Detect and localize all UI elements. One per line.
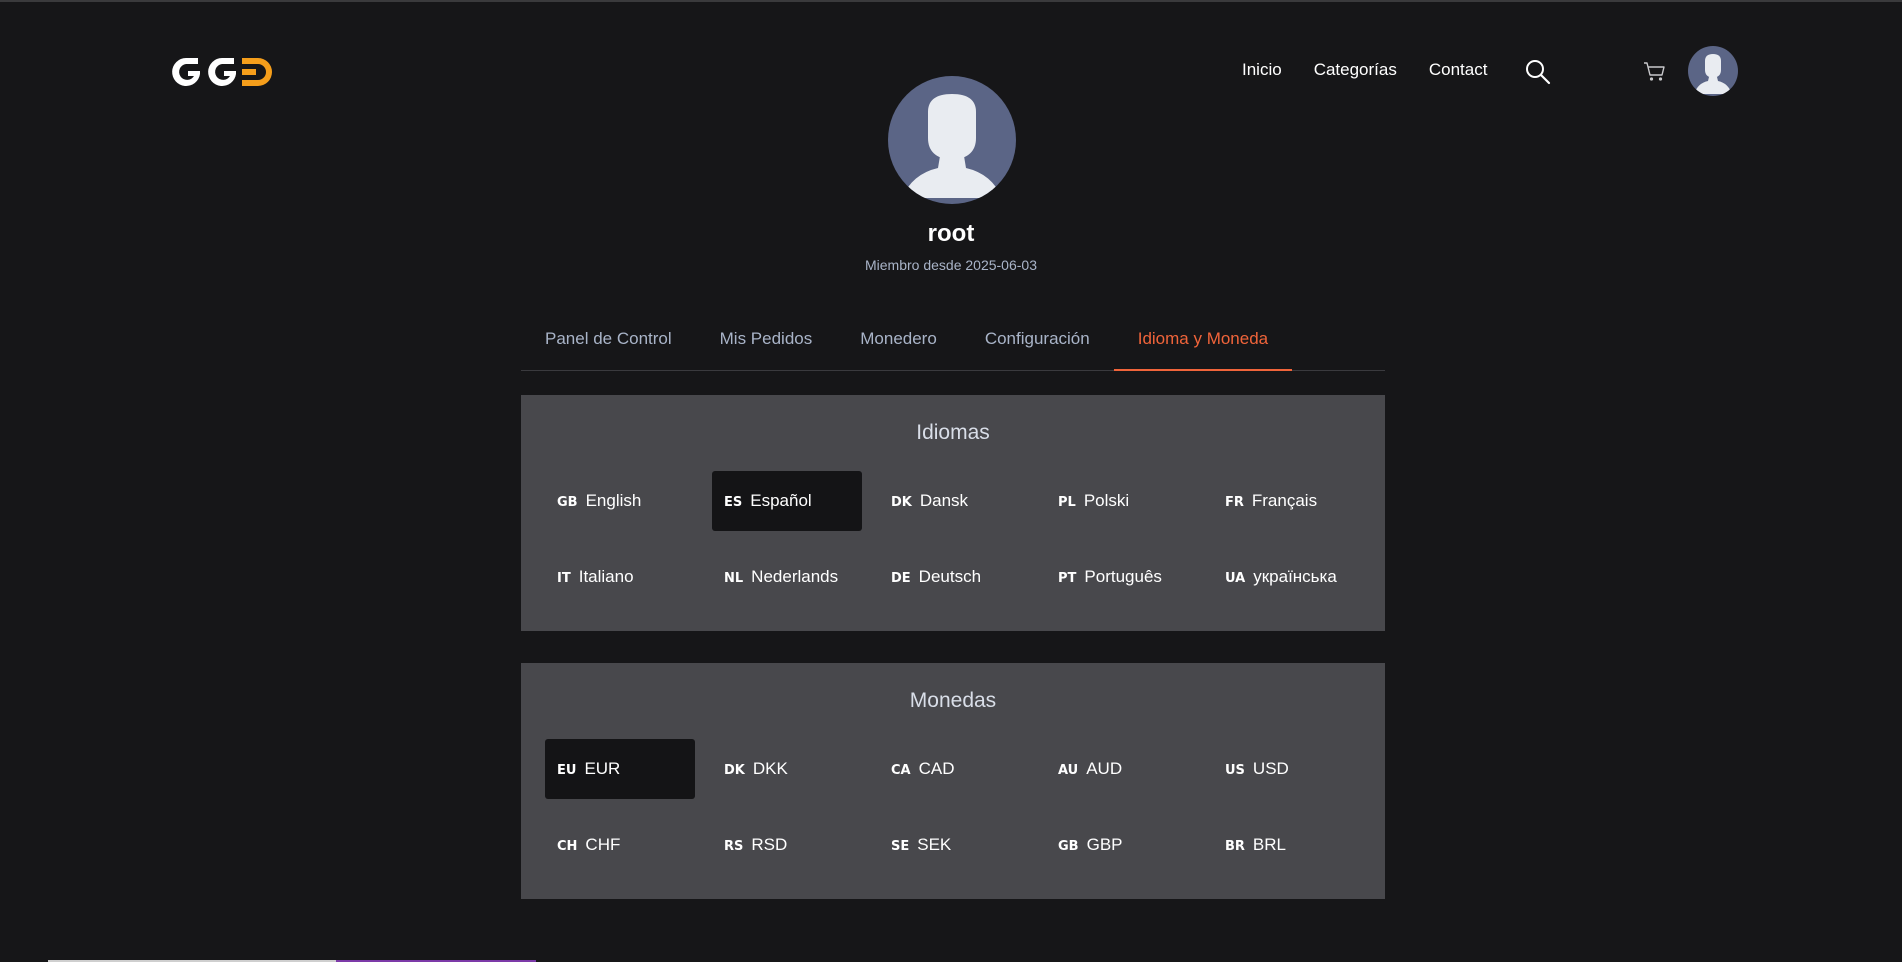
language-option[interactable]: IT Italiano <box>545 547 695 607</box>
language-option[interactable]: GB English <box>545 471 695 531</box>
currency-label: GBP <box>1086 835 1123 854</box>
tab-idioma-y-moneda[interactable]: Idioma y Moneda <box>1113 320 1293 371</box>
language-label: Nederlands <box>751 567 839 586</box>
cart-icon[interactable] <box>1643 61 1667 83</box>
flag-code: UA <box>1225 570 1246 586</box>
currency-option[interactable]: AU AUD <box>1046 739 1196 799</box>
profile-tabs: Panel de Control Mis Pedidos Monedero Co… <box>521 320 1385 371</box>
flag-code: CH <box>557 838 578 854</box>
flag-code: FR <box>1225 494 1244 510</box>
flag-code: EU <box>557 762 577 778</box>
currencies-grid: EU EUR DK DKK CA CAD AU AUD US USD CH CHF RS RS… <box>545 739 1361 875</box>
currency-label: EUR <box>584 759 621 778</box>
flag-code: IT <box>557 570 571 586</box>
user-avatar[interactable] <box>1688 46 1738 96</box>
currency-label: CAD <box>918 759 955 778</box>
flag-code: GB <box>1058 838 1079 854</box>
nav-link-inicio[interactable]: Inicio <box>1242 60 1282 80</box>
search-icon[interactable] <box>1524 58 1552 86</box>
currency-label: AUD <box>1086 759 1123 778</box>
language-label: Deutsch <box>918 567 982 586</box>
flag-code: GB <box>557 494 578 510</box>
currency-option[interactable]: CA CAD <box>879 739 1029 799</box>
flag-code: DE <box>891 570 911 586</box>
tab-panel-de-control[interactable]: Panel de Control <box>521 320 696 371</box>
languages-grid: GB English ES Español DK Dansk PL Polski FR F… <box>545 471 1361 607</box>
language-label: Português <box>1084 567 1162 586</box>
tab-configuracion[interactable]: Configuración <box>961 320 1114 371</box>
language-option[interactable]: NL Nederlands <box>712 547 862 607</box>
language-option[interactable]: PT Português <box>1046 547 1196 607</box>
currency-label: CHF <box>585 835 621 854</box>
flag-code: RS <box>724 838 744 854</box>
currency-option-selected[interactable]: EU EUR <box>545 739 695 799</box>
language-option[interactable]: PL Polski <box>1046 471 1196 531</box>
ggd-logo[interactable] <box>168 54 276 90</box>
language-label: Español <box>750 491 812 510</box>
flag-code: CA <box>891 762 911 778</box>
language-option[interactable]: DE Deutsch <box>879 547 1029 607</box>
currency-option[interactable]: RS RSD <box>712 815 862 875</box>
flag-code: BR <box>1225 838 1245 854</box>
language-option[interactable]: UA українська <box>1213 547 1363 607</box>
currency-label: SEK <box>917 835 952 854</box>
currencies-panel: Monedas EU EUR DK DKK CA CAD AU AUD US USD CH… <box>521 663 1385 899</box>
currency-option[interactable]: US USD <box>1213 739 1363 799</box>
main-nav: Inicio Categorías Contact <box>1242 60 1487 80</box>
language-option[interactable]: FR Français <box>1213 471 1363 531</box>
currency-option[interactable]: CH CHF <box>545 815 695 875</box>
currency-label: RSD <box>751 835 788 854</box>
currency-label: USD <box>1252 759 1289 778</box>
flag-code: DK <box>724 762 745 778</box>
language-label: українська <box>1253 567 1337 586</box>
currency-option[interactable]: SE SEK <box>879 815 1029 875</box>
languages-title: Idiomas <box>916 421 990 444</box>
language-label: Italiano <box>578 567 634 586</box>
language-label: Dansk <box>919 491 969 510</box>
language-label: English <box>585 491 642 510</box>
flag-code: DK <box>891 494 912 510</box>
flag-code: PT <box>1058 570 1077 586</box>
language-label: Polski <box>1083 491 1130 510</box>
language-option-selected[interactable]: ES Español <box>712 471 862 531</box>
currency-label: BRL <box>1252 835 1286 854</box>
nav-link-categorias[interactable]: Categorías <box>1314 60 1397 80</box>
flag-code: NL <box>724 570 744 586</box>
currency-label: DKK <box>752 759 788 778</box>
member-since-text: Miembro desde 2025-06-03 <box>865 257 1037 273</box>
languages-panel: Idiomas GB English ES Español DK Dansk PL Po… <box>521 395 1385 631</box>
tab-mis-pedidos[interactable]: Mis Pedidos <box>696 320 837 371</box>
currency-option[interactable]: DK DKK <box>712 739 862 799</box>
flag-code: PL <box>1058 494 1076 510</box>
flag-code: AU <box>1058 762 1079 778</box>
profile-username: root <box>927 220 975 247</box>
flag-code: ES <box>724 494 743 510</box>
currency-option[interactable]: BR BRL <box>1213 815 1363 875</box>
language-label: Français <box>1251 491 1318 510</box>
currencies-title: Monedas <box>909 689 997 712</box>
tab-monedero[interactable]: Monedero <box>836 320 961 371</box>
currency-option[interactable]: GB GBP <box>1046 815 1196 875</box>
profile-avatar <box>888 76 1016 204</box>
flag-code: SE <box>891 838 910 854</box>
flag-code: US <box>1225 762 1245 778</box>
language-option[interactable]: DK Dansk <box>879 471 1029 531</box>
nav-link-contact[interactable]: Contact <box>1429 60 1488 80</box>
